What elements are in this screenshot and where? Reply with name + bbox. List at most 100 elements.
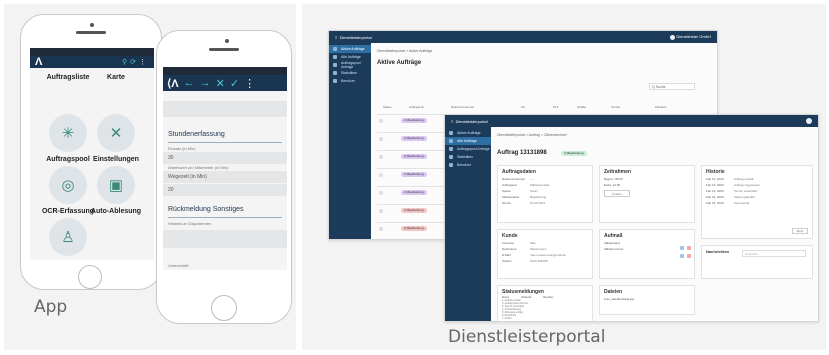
sidebar-item-label: Statistiken bbox=[341, 71, 358, 75]
user-name[interactable]: Dienstleister GmbH bbox=[676, 34, 711, 39]
app-tile[interactable]: Karte bbox=[78, 74, 154, 81]
user-avatar-icon[interactable] bbox=[670, 34, 676, 40]
tile-label: Auto-Ablesung bbox=[90, 208, 142, 215]
zeitrahmen-change-button[interactable]: Ändern bbox=[604, 190, 630, 197]
app-logo-icon: Λ bbox=[35, 56, 43, 68]
arrow-left-icon[interactable]: ← bbox=[184, 77, 195, 89]
sidebar-item[interactable]: Auftragspool Anfrage bbox=[329, 61, 371, 69]
card-historie: Historie Feb 12, 2023 Auftrag erstellt Feb… bbox=[701, 165, 813, 239]
sidebar-item-icon bbox=[333, 71, 337, 75]
more-icon[interactable]: ⋮ bbox=[139, 59, 149, 66]
phone-camera bbox=[90, 23, 94, 27]
card-kunde: Kunde Vorname Max Nachname Mustermann E-Mail… bbox=[497, 229, 593, 279]
zeitrahmen-ende: Ende: 12:00 bbox=[604, 183, 621, 187]
sidebar-item[interactable]: Benutzer bbox=[445, 161, 491, 169]
sidebar-item-icon bbox=[333, 47, 337, 51]
app-tile[interactable]: ✕ Einstellungen bbox=[78, 114, 154, 163]
kv-value: Auftrag erstellt bbox=[734, 177, 754, 181]
sidebar-item[interactable]: Benutzer bbox=[329, 77, 371, 85]
column-header[interactable]: Status bbox=[383, 105, 392, 109]
signature-pad[interactable] bbox=[163, 270, 287, 289]
kv-key: Ablesestatus bbox=[502, 195, 520, 199]
sidebar-item[interactable]: Alle Aufträge bbox=[329, 53, 371, 61]
column-header[interactable]: Straße bbox=[577, 105, 586, 109]
menu-icon[interactable]: ≡ bbox=[335, 35, 337, 40]
user-avatar-icon[interactable] bbox=[806, 118, 812, 124]
phone-camera bbox=[225, 39, 229, 43]
row-expand-icon[interactable] bbox=[379, 119, 383, 123]
row-expand-icon[interactable] bbox=[379, 191, 383, 195]
statusmeldungen-rows: Status Zeitpunkt Benutzer 1. Auftrag erstel… bbox=[498, 296, 592, 320]
signature-row: Unterschrift bbox=[163, 263, 287, 289]
column-header[interactable]: Referenznummer bbox=[451, 105, 474, 109]
tile-icon: ♙ bbox=[49, 218, 87, 256]
field-hinweis[interactable] bbox=[163, 230, 287, 248]
rueckmeldung-fields: Hinweis an Disponenten bbox=[163, 221, 287, 249]
menu-icon[interactable]: ≡ bbox=[451, 119, 453, 124]
edit-icon[interactable] bbox=[680, 254, 684, 258]
delete-icon[interactable] bbox=[687, 254, 691, 258]
row-expand-icon[interactable] bbox=[379, 173, 383, 177]
edit-icon[interactable] bbox=[680, 246, 684, 250]
portal-topbar: ≡ Dienstleisterportal bbox=[445, 115, 818, 127]
search-icon[interactable]: ⚲ bbox=[122, 59, 130, 66]
kv-value: Auftrag zugewiesen bbox=[734, 183, 761, 187]
search-input[interactable]: Q Suche bbox=[649, 83, 695, 90]
status-bar bbox=[30, 48, 154, 56]
status-badge: In Bearbeitung bbox=[401, 226, 427, 231]
sidebar-item[interactable]: Auftragspool Anfrage bbox=[445, 145, 491, 153]
phone-speaker bbox=[76, 31, 106, 34]
sync-icon[interactable]: ⟳ bbox=[130, 59, 139, 66]
field-wegezeit[interactable]: Wegezeit (in Min) bbox=[163, 171, 287, 183]
kv-value: Zählerwechsel bbox=[530, 183, 550, 187]
kv-row: Termin 01.02.2023 bbox=[498, 200, 592, 206]
app-tile[interactable]: ♙Mitarbeiterstatus bbox=[30, 218, 106, 260]
status-badge: In Bearbeitung bbox=[401, 136, 427, 141]
field-wegezeit-value[interactable]: 20 bbox=[163, 184, 287, 196]
phone-speaker bbox=[209, 48, 239, 51]
app-form-bar: ⟨Λ ← → ✕ ✓ ⋮ bbox=[163, 75, 287, 91]
column-header[interactable]: Zeitraum bbox=[655, 105, 667, 109]
column-header[interactable]: Auftrags-Nr. bbox=[409, 105, 425, 109]
close-icon[interactable]: ✕ bbox=[216, 77, 225, 90]
message-input[interactable]: Nachricht bbox=[742, 250, 806, 257]
tile-label: Karte bbox=[107, 74, 125, 81]
row-expand-icon[interactable] bbox=[379, 155, 383, 159]
section-title: Stundenerfassung bbox=[168, 131, 225, 138]
sidebar-item-icon bbox=[449, 155, 453, 159]
stunden-fields: Einsatz (in Min) 30 Arbeitszeit pro Mita… bbox=[163, 146, 287, 197]
sidebar-item[interactable]: Statistiken bbox=[445, 153, 491, 161]
portal-topbar-left: ≡ Dienstleisterportal bbox=[335, 35, 372, 40]
sidebar-item[interactable]: Aktive Aufträge bbox=[329, 45, 371, 53]
row-expand-icon[interactable] bbox=[379, 209, 383, 213]
sidebar-item-label: Benutzer bbox=[341, 79, 356, 83]
kv-key: Feb 14, 2023 bbox=[706, 195, 724, 199]
row-expand-icon[interactable] bbox=[379, 137, 383, 141]
phone-form: ⟨Λ ← → ✕ ✓ ⋮ Stundenerfassung Einsatz (i… bbox=[156, 30, 292, 324]
form-empty-field[interactable] bbox=[163, 101, 287, 117]
row-expand-icon[interactable] bbox=[379, 227, 383, 231]
sidebar-item-label: Auftragspool Anfrage bbox=[457, 147, 490, 151]
arrow-right-icon[interactable]: → bbox=[200, 77, 211, 89]
app-tile[interactable]: ▣ Auto-Ablesung bbox=[78, 166, 154, 215]
sidebar-item[interactable]: Alle Aufträge bbox=[445, 137, 491, 145]
confirm-icon[interactable]: ✓ bbox=[230, 77, 239, 90]
kv-key: Feb 13, 2023 bbox=[706, 189, 724, 193]
column-header[interactable]: Ort bbox=[521, 105, 525, 109]
sidebar-item-label: Alle Aufträge bbox=[341, 55, 361, 59]
delete-icon[interactable] bbox=[687, 246, 691, 250]
back-chevron-icon[interactable]: ⟨Λ bbox=[167, 77, 179, 90]
app-home-actions: ⚲⟳⋮ bbox=[122, 58, 149, 66]
sidebar-item[interactable]: Aktive Aufträge bbox=[445, 129, 491, 137]
column-header[interactable]: Termin bbox=[611, 105, 620, 109]
more-icon[interactable]: ⋮ bbox=[244, 77, 255, 90]
status-badge: In Bearbeitung bbox=[401, 190, 427, 195]
sidebar-item[interactable]: Statistiken bbox=[329, 69, 371, 77]
column-header[interactable]: PLZ bbox=[553, 105, 559, 109]
field-einsatz[interactable]: 30 bbox=[163, 152, 287, 164]
status-badge: In Bearbeitung bbox=[401, 208, 427, 213]
dateien-row[interactable]: Foto_Zaehlerstand.jpg bbox=[600, 296, 694, 302]
historie-more-button[interactable]: Mehr bbox=[792, 228, 808, 234]
divider bbox=[168, 217, 282, 218]
portal-sidebar: Aktive Aufträge Alle Aufträge Auftragspool… bbox=[445, 127, 491, 321]
